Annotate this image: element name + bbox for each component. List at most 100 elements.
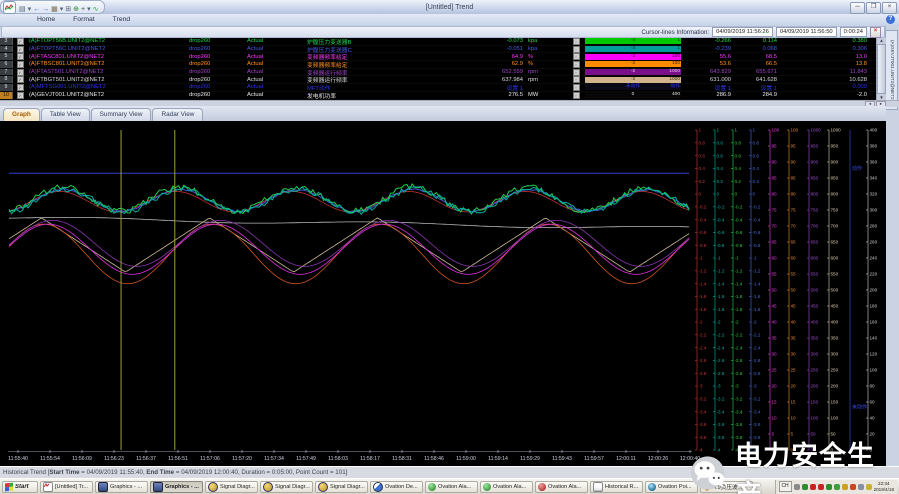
ribbon-tab-trend[interactable]: Trend	[104, 14, 140, 26]
row-number[interactable]: 5	[0, 53, 13, 60]
scrollbar-thumb[interactable]	[877, 44, 886, 94]
forward-arrow-icon[interactable]: →	[42, 6, 49, 13]
cursor2-time-field[interactable]: 04/09/2019 11:56:50	[776, 27, 837, 37]
range-band[interactable]: -41	[585, 46, 681, 52]
y-axis-tick-label: -0.8	[735, 243, 743, 248]
trend-chart-canvas[interactable]: 11:55:4011:55:5411:56:0911:56:2311:56:37…	[0, 121, 886, 466]
taskbar-button[interactable]: Signal Diagr...	[260, 481, 313, 493]
row-number[interactable]: 7	[0, 69, 13, 76]
view-tab-graph[interactable]: Graph	[3, 108, 40, 121]
taskbar-button[interactable]: Historical R...	[590, 481, 643, 493]
range-band[interactable]: 0400	[585, 92, 681, 98]
taskbar-button[interactable]: Ovation Poi...	[645, 481, 698, 493]
delta-value: 10.628	[777, 77, 869, 83]
app-logo-icon[interactable]	[3, 1, 16, 14]
tray-icon[interactable]	[826, 484, 832, 490]
image-icon[interactable]: ▦	[51, 6, 58, 13]
back-arrow-icon[interactable]: ←	[33, 6, 40, 13]
scale-checkbox[interactable]: ▫	[573, 92, 580, 99]
y-axis-tick-label: 0.2	[699, 179, 706, 184]
tray-icon[interactable]	[858, 484, 864, 490]
taskbar-button[interactable]: Signal Diagr...	[315, 481, 368, 493]
restore-button[interactable]: ❐	[866, 2, 881, 14]
scale-checkbox[interactable]: ▫	[573, 84, 580, 91]
close-button[interactable]: ×	[882, 2, 897, 14]
dropdown-caret-icon[interactable]: ▾	[60, 6, 64, 13]
cursor-duration-field[interactable]: 0:00:24	[840, 27, 867, 37]
scale-checkbox[interactable]: ▫	[573, 46, 580, 53]
tray-icon[interactable]	[850, 484, 856, 490]
taskbar-button[interactable]: 4.9负压波...	[700, 481, 753, 493]
view-tab-strip: GraphTable ViewSummary ViewRadar View	[0, 106, 886, 121]
side-point-tab[interactable]: (A)GEVJT001.UNIT2@NET2	[885, 30, 898, 110]
range-band[interactable]: -21000	[585, 69, 681, 75]
taskbar-button[interactable]: Ovation De...	[370, 481, 423, 493]
dropdown-caret-icon[interactable]: ▾	[87, 6, 91, 13]
tray-icon[interactable]	[810, 484, 816, 490]
row-checkbox[interactable]: ✓	[17, 69, 24, 76]
taskbar-button[interactable]: Ovation Ala...	[535, 481, 588, 493]
taskbar-button[interactable]: Graphics - ...	[95, 481, 148, 493]
help-icon[interactable]: ?	[886, 15, 895, 24]
grid-icon[interactable]: ⊞	[65, 6, 71, 13]
table-row[interactable]: 10✓(A)GEVJT001.UNIT2@NET2drop260Actual发电…	[0, 92, 886, 100]
y-axis-tick-label: 0	[699, 192, 702, 197]
range-band[interactable]: -21000	[585, 77, 681, 83]
view-tab-radar-view[interactable]: Radar View	[152, 108, 203, 121]
time-tick-label: 12:00:11	[616, 456, 636, 462]
row-number[interactable]: 8	[0, 76, 13, 83]
scale-checkbox[interactable]: ▫	[573, 76, 580, 83]
row-checkbox[interactable]: ✓	[17, 53, 24, 60]
row-number[interactable]: 10	[0, 92, 13, 99]
scale-checkbox[interactable]: ▫	[573, 69, 580, 76]
row-checkbox[interactable]: ✓	[17, 84, 24, 91]
taskbar-button[interactable]: Signal Diagr...	[205, 481, 258, 493]
trend-line-icon[interactable]: ∿	[93, 6, 99, 13]
tray-icon[interactable]	[794, 484, 800, 490]
tray-icon[interactable]	[866, 484, 872, 490]
tray-icon[interactable]	[834, 484, 840, 490]
cursor1-time-field[interactable]: 04/09/2019 11:56:26	[712, 27, 773, 37]
tray-icon[interactable]	[842, 484, 848, 490]
taskbar-button[interactable]: Ovation Ala...	[480, 481, 533, 493]
language-indicator[interactable]: CH	[779, 481, 792, 492]
y-axis-tick-label: 90	[772, 160, 778, 165]
row-number[interactable]: 6	[0, 61, 13, 68]
signal-icon	[318, 482, 328, 492]
taskbar-button[interactable]: Graphics - ...	[150, 481, 203, 493]
cursor-info-close-icon[interactable]: ×	[870, 27, 881, 38]
view-tab-table-view[interactable]: Table View	[41, 108, 90, 121]
scale-checkbox[interactable]: ▫	[573, 53, 580, 60]
row-number[interactable]: 9	[0, 84, 13, 91]
range-band[interactable]: 未动作动作	[585, 84, 681, 90]
scale-checkbox[interactable]: ▫	[573, 38, 580, 45]
taskbar-clock[interactable]: 22:34 2019/4/18	[874, 481, 894, 492]
scroll-up-icon[interactable]: ▲	[879, 38, 883, 43]
zoom-icon[interactable]: ⊕	[73, 6, 79, 13]
row-checkbox[interactable]: ✓	[17, 38, 24, 45]
add-icon[interactable]: +	[81, 6, 85, 13]
range-band[interactable]: -41	[585, 38, 681, 44]
start-button[interactable]: Start	[2, 481, 38, 493]
taskbar-button[interactable]: Ovation Ala...	[425, 481, 478, 493]
tray-icon[interactable]	[818, 484, 824, 490]
row-checkbox[interactable]: ✓	[17, 46, 24, 53]
y-axis-tick-label: -2.8	[735, 371, 743, 376]
view-tab-summary-view[interactable]: Summary View	[91, 108, 152, 121]
row-checkbox[interactable]: ✓	[17, 92, 24, 99]
row-checkbox[interactable]: ✓	[17, 76, 24, 83]
y-axis-tick-label: -1.8	[699, 307, 707, 312]
range-band[interactable]: -2100	[585, 61, 681, 67]
row-checkbox[interactable]: ✓	[17, 61, 24, 68]
dropdown-caret-icon[interactable]: ▾	[28, 6, 32, 13]
scale-checkbox[interactable]: ▫	[573, 61, 580, 68]
chart-icon[interactable]: ▤	[19, 6, 26, 13]
row-number[interactable]: 3	[0, 38, 13, 45]
tray-icon[interactable]	[802, 484, 808, 490]
table-vertical-scrollbar[interactable]: ▲ ▼	[876, 38, 886, 100]
minimize-button[interactable]: ─	[850, 2, 865, 14]
taskbar-button[interactable]: [Untitled] Tr...	[40, 481, 93, 493]
range-band[interactable]: -2100	[585, 54, 681, 60]
trend-graph[interactable]: 11:55:4011:55:5411:56:0911:56:2311:56:37…	[0, 121, 886, 466]
row-number[interactable]: 4	[0, 46, 13, 53]
